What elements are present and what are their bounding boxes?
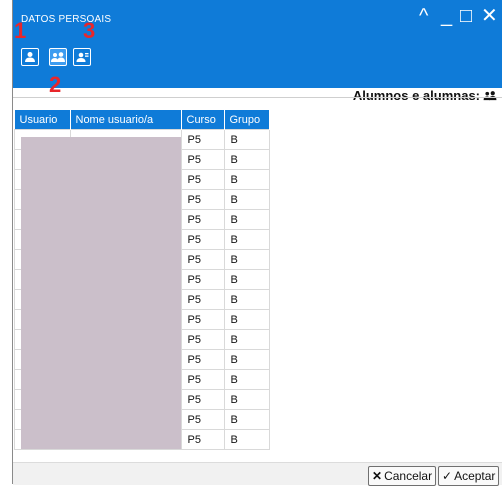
close-button[interactable]: ✕	[481, 6, 498, 26]
column-header-curso[interactable]: Curso	[181, 110, 225, 130]
cell-grupo: B	[223, 309, 270, 330]
cell-curso: P5	[180, 289, 225, 310]
annotation-marker-2: 2	[49, 72, 62, 97]
students-button[interactable]	[49, 48, 67, 66]
cell-curso: P5	[180, 409, 225, 430]
cell-curso: P5	[180, 329, 225, 350]
cell-grupo: B	[223, 169, 270, 190]
minimize-button[interactable]: _	[441, 6, 452, 26]
window-title: DATOS PERSOAIS	[21, 14, 112, 25]
annotation-marker-1: 1	[14, 18, 27, 43]
cell-curso: P5	[180, 269, 225, 290]
cell-grupo: B	[223, 429, 270, 450]
cell-grupo: B	[223, 409, 270, 430]
cancel-label: Cancelar	[384, 469, 433, 483]
cell-curso: P5	[180, 309, 225, 330]
cell-grupo: B	[223, 389, 270, 410]
dialog-window: DATOS PERSOAIS ^ _ □ ✕ 1 2 3 Alumnos e a…	[12, 0, 502, 486]
cell-curso: P5	[180, 249, 225, 270]
cell-grupo: B	[223, 149, 270, 170]
column-header-nome[interactable]: Nome usuario/a	[70, 110, 182, 130]
cell-curso: P5	[180, 369, 225, 390]
check-icon: ✓	[442, 469, 453, 483]
separator	[13, 97, 502, 110]
cell-curso: P5	[180, 129, 225, 150]
redacted-names-area	[21, 137, 181, 449]
cell-grupo: B	[223, 329, 270, 350]
cell-curso: P5	[180, 389, 225, 410]
column-header-usuario[interactable]: Usuario	[14, 110, 71, 130]
column-header-grupo[interactable]: Grupo	[224, 110, 270, 130]
table-header-row: Usuario Nome usuario/a Curso Grupo	[14, 110, 270, 130]
contact-card-button[interactable]	[73, 48, 91, 66]
accept-button[interactable]: ✓ Aceptar	[438, 466, 500, 486]
cell-grupo: B	[223, 289, 270, 310]
cell-grupo: B	[223, 229, 270, 250]
person-icon	[25, 52, 35, 62]
cell-grupo: B	[223, 249, 270, 270]
cell-grupo: B	[223, 369, 270, 390]
cell-curso: P5	[180, 429, 225, 450]
personal-data-button[interactable]	[21, 48, 39, 66]
accept-label: Aceptar	[454, 469, 496, 483]
cell-grupo: B	[223, 189, 270, 210]
cell-grupo: B	[223, 129, 270, 150]
cell-curso: P5	[180, 149, 225, 170]
cell-curso: P5	[180, 349, 225, 370]
close-icon: ✕	[372, 469, 383, 483]
cell-curso: P5	[180, 189, 225, 210]
cell-curso: P5	[180, 229, 225, 250]
contact-card-icon	[76, 52, 88, 62]
cell-curso: P5	[180, 209, 225, 230]
annotation-marker-3: 3	[83, 18, 96, 43]
maximize-button[interactable]: □	[460, 6, 472, 26]
collapse-button[interactable]: ^	[419, 6, 428, 26]
title-bar: DATOS PERSOAIS ^ _ □ ✕	[13, 0, 502, 88]
cell-grupo: B	[223, 269, 270, 290]
cell-curso: P5	[180, 169, 225, 190]
group-icon	[51, 52, 65, 62]
cancel-button[interactable]: ✕ Cancelar	[368, 466, 437, 486]
cell-grupo: B	[223, 349, 270, 370]
cell-grupo: B	[223, 209, 270, 230]
